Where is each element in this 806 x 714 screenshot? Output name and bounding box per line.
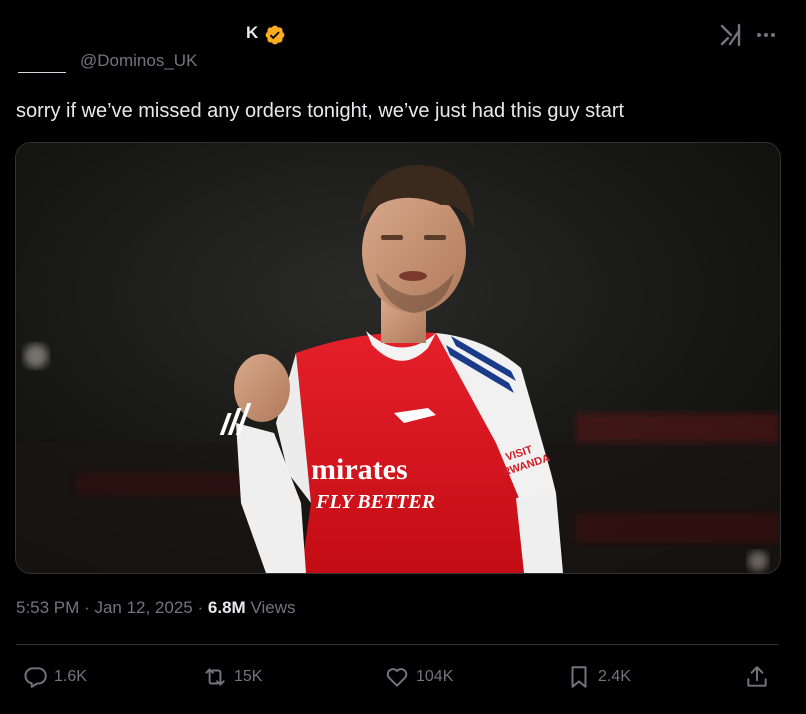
avatar-placeholder bbox=[18, 72, 66, 73]
like-button[interactable]: 104K bbox=[384, 663, 453, 691]
shirt-sponsor-line1: mirates bbox=[311, 453, 408, 486]
divider bbox=[16, 644, 778, 645]
reply-count: 1.6K bbox=[54, 668, 87, 685]
meta-separator: · bbox=[197, 598, 204, 617]
views-count: 6.8M bbox=[207, 598, 246, 617]
player-photo: mirates FLY BETTER VISIT RWANDA bbox=[16, 143, 780, 573]
shirt-sponsor-line2: FLY BETTER bbox=[315, 491, 435, 513]
author-handle[interactable]: @Dominos_UK bbox=[80, 51, 197, 71]
tweet-meta: 5:53 PM · Jan 12, 2025 · 6.8M Views bbox=[16, 597, 295, 619]
meta-separator: · bbox=[84, 598, 90, 617]
retweet-icon bbox=[205, 668, 225, 686]
share-icon bbox=[747, 666, 767, 687]
more-icon[interactable] bbox=[754, 24, 778, 46]
tweet-image[interactable]: mirates FLY BETTER VISIT RWANDA bbox=[15, 142, 781, 574]
heart-icon bbox=[386, 668, 408, 687]
verified-badge-icon bbox=[265, 25, 285, 45]
reply-button[interactable]: 1.6K bbox=[22, 663, 87, 691]
tweet-time[interactable]: 5:53 PM bbox=[16, 598, 79, 617]
share-button[interactable] bbox=[744, 663, 776, 691]
tweet: K @Dominos_UK sorry if we’ve missed any … bbox=[0, 0, 806, 714]
tweet-text: sorry if we’ve missed any orders tonight… bbox=[16, 100, 625, 122]
grok-icon[interactable] bbox=[718, 22, 744, 48]
reply-icon bbox=[24, 667, 47, 688]
bookmark-button[interactable]: 2.4K bbox=[566, 663, 631, 691]
retweet-button[interactable]: 15K bbox=[202, 663, 262, 691]
bookmark-icon bbox=[571, 666, 587, 688]
tweet-date[interactable]: Jan 12, 2025 bbox=[94, 598, 192, 617]
display-name[interactable]: K bbox=[246, 23, 258, 43]
like-count: 104K bbox=[416, 668, 454, 685]
bookmark-count: 2.4K bbox=[598, 668, 631, 685]
retweet-count: 15K bbox=[234, 668, 263, 685]
views-label: Views bbox=[250, 598, 296, 617]
